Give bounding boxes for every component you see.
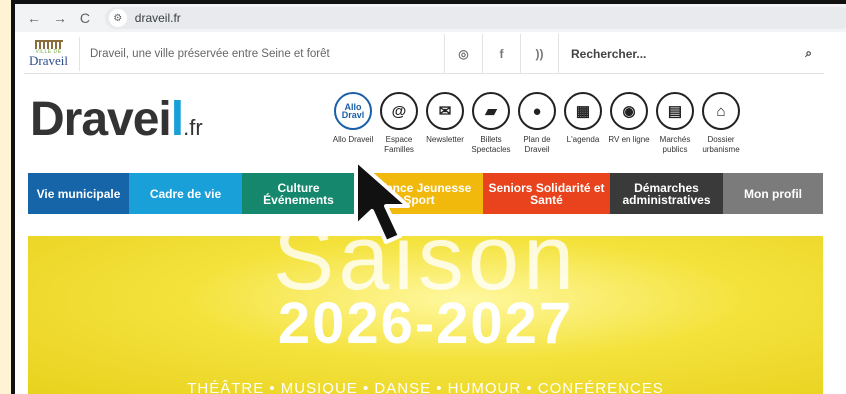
shortcut-rv-en-ligne[interactable]: ◉ RV en ligne [606,92,652,154]
nav-seniors-solidarite-sante[interactable]: Seniors Solidarité et Santé [483,173,610,214]
allo-draveil-icon: Allo Dravl [334,92,372,130]
instagram-icon[interactable]: ◎ [444,33,482,74]
shortcut-espace-familles[interactable]: @ Espace Familles [376,92,422,154]
shortcut-billets-spectacles[interactable]: ▰ Billets Spectacles [468,92,514,154]
logo-draveil-text: Draveil [29,53,68,68]
back-icon[interactable]: ← [27,10,41,26]
mouse-cursor-icon [354,158,410,244]
at-sign-icon: @ [380,92,418,130]
nav-label: Mon profil [744,186,802,201]
site-logo[interactable]: Draveil.fr [30,92,203,147]
rss-icon[interactable]: )) [520,33,558,74]
shortcut-bar: Allo Dravl Allo Draveil @ Espace Familles… [330,92,744,154]
ticket-icon: ▰ [472,92,510,130]
shortcut-label: Allo Draveil [332,135,374,144]
shortcut-label: Dossier urbanisme [702,135,740,154]
nav-label: Démarches administratives [622,180,711,207]
reload-icon[interactable]: C [79,10,91,26]
map-pin-icon: ● [518,92,556,130]
logo-text: Dravei [30,93,172,146]
logo-letter: l [170,93,184,146]
site-settings-icon[interactable]: ⚙ [108,9,127,27]
shortcut-allo-draveil[interactable]: Allo Dravl Allo Draveil [330,92,376,154]
nav-culture-evenements[interactable]: Culture Événements [242,173,355,214]
shortcut-agenda[interactable]: ▦ L'agenda [560,92,606,154]
search-icon[interactable]: ⌕ [805,46,812,61]
nav-cadre-de-vie[interactable]: Cadre de vie [129,173,242,214]
logo-suffix: .fr [183,115,203,140]
shortcut-label: Newsletter [426,135,464,144]
search-box[interactable]: Rechercher... ⌕ [558,33,824,74]
browser-toolbar: ← → C ⚙ draveil.fr [15,4,846,32]
appointment-icon: ◉ [610,92,648,130]
address-bar[interactable]: ⚙ draveil.fr [104,7,846,29]
shortcut-label: RV en ligne [608,135,650,144]
shortcut-label: L'agenda [566,135,600,144]
forward-icon[interactable]: → [53,10,67,26]
shortcut-dossier-urbanisme[interactable]: ⌂ Dossier urbanisme [698,92,744,154]
shortcut-marches-publics[interactable]: ▤ Marchés publics [652,92,698,154]
shortcut-label: Billets Spectacles [471,135,511,154]
nav-label: Vie municipale [36,186,121,201]
shortcut-label: Plan de Draveil [523,135,551,154]
town-hall-icon [34,40,63,49]
nav-vie-municipale[interactable]: Vie municipale [28,173,129,214]
nav-label: Seniors Solidarité et Santé [488,180,605,207]
hero-years: 2026-2027 [277,291,574,356]
url-text[interactable]: draveil.fr [135,11,181,25]
calendar-icon: ▦ [564,92,602,130]
shortcut-plan-de-draveil[interactable]: ● Plan de Draveil [514,92,560,154]
header-small-logo[interactable]: VILLE DE Draveil [24,36,80,71]
shortcut-label: Espace Familles [384,135,414,154]
document-icon: ▤ [656,92,694,130]
envelope-icon: ✉ [426,92,464,130]
site-tagline: Draveil, une ville préservée entre Seine… [90,47,330,60]
nav-label: Culture Événements [263,180,334,207]
top-info-bar: VILLE DE Draveil Draveil, une ville prés… [24,33,824,74]
nav-label: Cadre de vie [149,186,222,201]
search-input[interactable]: Rechercher... [571,47,805,61]
house-icon: ⌂ [702,92,740,130]
hero-categories: THÉÂTRE • MUSIQUE • DANSE • HUMOUR • CON… [187,380,664,394]
facebook-icon[interactable]: f [482,33,520,74]
shortcut-newsletter[interactable]: ✉ Newsletter [422,92,468,154]
nav-mon-profil[interactable]: Mon profil [723,173,823,214]
shortcut-label: Marchés publics [659,135,691,154]
nav-demarches-administratives[interactable]: Démarches administratives [610,173,723,214]
hero-banner[interactable]: Saison 2026-2027 THÉÂTRE • MUSIQUE • DAN… [28,236,823,394]
